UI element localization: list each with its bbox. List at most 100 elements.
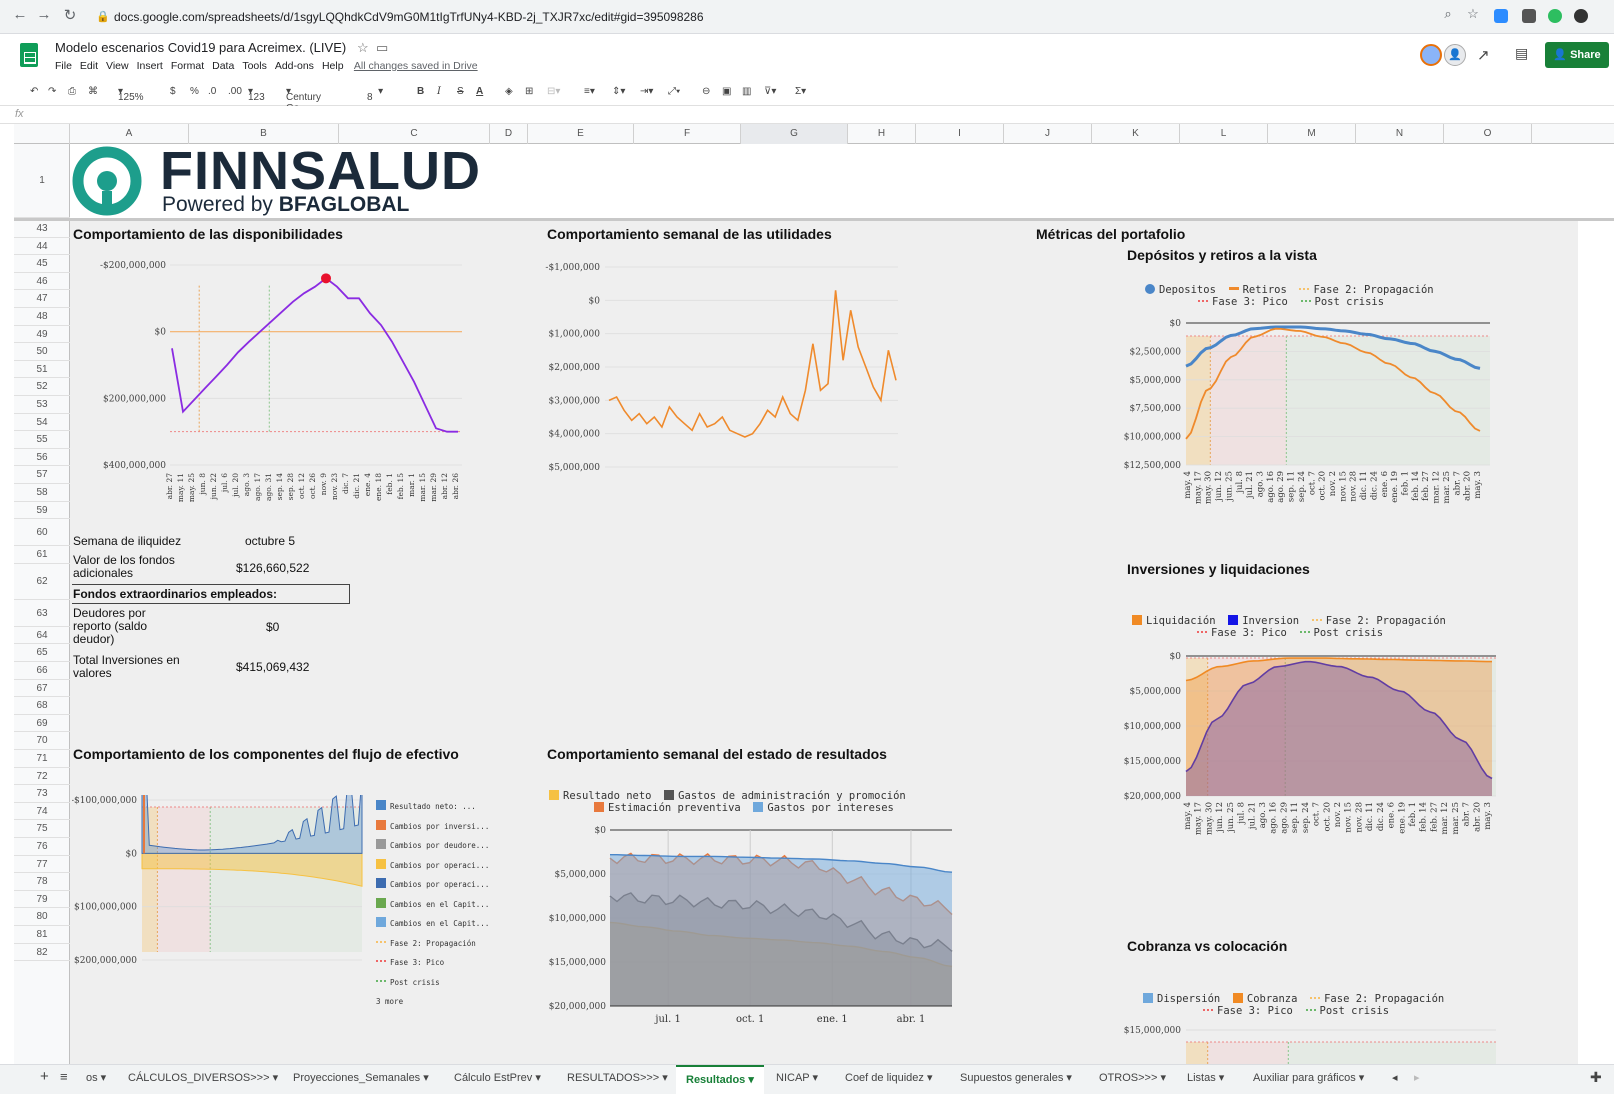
legend-item[interactable]: Cambios por deudore... <box>376 836 489 856</box>
insert-chart-icon[interactable]: ▥ <box>742 86 751 97</box>
column-header-m[interactable]: M <box>1268 124 1356 144</box>
row-header-52[interactable]: 52 <box>14 378 70 396</box>
row-header-47[interactable]: 47 <box>14 290 70 308</box>
activity-trend-icon[interactable]: ↗ <box>1477 46 1490 64</box>
tab-sheet[interactable]: Proyecciones_Semanales ▾ <box>293 1071 429 1084</box>
chart-cobranza[interactable]: $15,000,000 <box>1090 1022 1510 1064</box>
chart-flujo[interactable]: $200,000,000 $100,000,000 $0 -$100,000,000 <box>72 795 372 1010</box>
italic-button[interactable]: I <box>437 86 441 97</box>
text-wrap-icon[interactable]: ⇥▾ <box>640 86 653 97</box>
vertical-align-icon[interactable]: ⇕▾ <box>612 86 625 97</box>
row-header-59[interactable]: 59 <box>14 502 70 520</box>
row-header-75[interactable]: 75 <box>14 820 70 838</box>
row-header-46[interactable]: 46 <box>14 273 70 291</box>
legend-item[interactable]: Cambios en el Capit... <box>376 914 489 934</box>
legend-item[interactable]: Resultado neto: ... <box>376 797 489 817</box>
row-header-50[interactable]: 50 <box>14 343 70 361</box>
font-size-select[interactable]: 8 ▾ <box>367 86 383 103</box>
chart-inversiones[interactable]: $20,000,000 $15,000,000 $10,000,000 $5,000,… <box>1090 648 1510 848</box>
row-header-48[interactable]: 48 <box>14 308 70 326</box>
column-header-g[interactable]: G <box>741 124 848 144</box>
scroll-tabs-left-icon[interactable]: ◂ <box>1392 1071 1398 1084</box>
filter-icon[interactable]: ⊽▾ <box>764 86 776 97</box>
functions-icon[interactable]: Σ▾ <box>795 86 806 97</box>
tab-sheet[interactable]: Listas ▾ <box>1187 1071 1224 1084</box>
row-header-77[interactable]: 77 <box>14 856 70 874</box>
menu-view[interactable]: View <box>106 60 129 72</box>
evernote-icon[interactable] <box>1548 9 1562 23</box>
row-header-56[interactable]: 56 <box>14 449 70 467</box>
tab-sheet[interactable]: OTROS>>> ▾ <box>1099 1071 1166 1084</box>
row-header-67[interactable]: 67 <box>14 680 70 698</box>
row-header-44[interactable]: 44 <box>14 238 70 256</box>
document-title[interactable]: Modelo escenarios Covid19 para Acreimex.… <box>55 40 388 56</box>
row-header-43[interactable]: 43 <box>14 220 70 238</box>
row-header-79[interactable]: 79 <box>14 891 70 909</box>
legend-item[interactable]: Dispersión <box>1143 993 1220 1005</box>
column-header-i[interactable]: I <box>916 124 1004 144</box>
insert-link-icon[interactable]: ⊖ <box>702 86 710 97</box>
zoom-icon[interactable]: ⌕ <box>1438 6 1458 22</box>
legend-item[interactable]: Gastos de administración y promoción <box>664 790 906 802</box>
row-header-82[interactable]: 82 <box>14 944 70 962</box>
row-header-78[interactable]: 78 <box>14 873 70 891</box>
row-header-69[interactable]: 69 <box>14 715 70 733</box>
insert-comment-icon[interactable]: ▣ <box>722 86 731 97</box>
row-header-65[interactable]: 65 <box>14 644 70 662</box>
row-header-70[interactable]: 70 <box>14 732 70 750</box>
legend-item[interactable]: Cambios por operaci... <box>376 856 489 876</box>
legend-item[interactable]: Depositos <box>1145 284 1216 296</box>
explore-icon[interactable]: ✚ <box>1590 1069 1602 1086</box>
legend-item[interactable]: Retiros <box>1228 284 1287 296</box>
row-header-63[interactable]: 63 <box>14 600 70 627</box>
legend-item[interactable]: Post crisis <box>376 973 489 993</box>
legend-item[interactable]: Post crisis <box>1300 296 1384 308</box>
menu-tools[interactable]: Tools <box>242 60 267 72</box>
menu-format[interactable]: Format <box>171 60 204 72</box>
menu-addons[interactable]: Add-ons <box>275 60 314 72</box>
bold-button[interactable]: B <box>417 86 424 97</box>
chart-utilidades[interactable]: $5,000,000 $4,000,000 $3,000,000 $2,000,000… <box>530 255 910 485</box>
row-header-54[interactable]: 54 <box>14 414 70 432</box>
row-header-45[interactable]: 45 <box>14 255 70 273</box>
legend-item[interactable]: Fase 2: Propagación <box>1299 284 1434 296</box>
row-header-74[interactable]: 74 <box>14 803 70 821</box>
row-header-61[interactable]: 61 <box>14 546 70 564</box>
reload-icon[interactable]: ↻ <box>60 6 80 24</box>
row-header-68[interactable]: 68 <box>14 697 70 715</box>
legend-item[interactable]: Fase 2: Propagación <box>376 934 489 954</box>
menu-data[interactable]: Data <box>212 60 234 72</box>
star-icon[interactable]: ☆ <box>357 40 369 55</box>
redo-icon[interactable]: ↷ <box>48 86 56 97</box>
column-header-f[interactable]: F <box>634 124 741 144</box>
row-header-72[interactable]: 72 <box>14 768 70 786</box>
undo-icon[interactable]: ↶ <box>30 86 38 97</box>
tab-sheet[interactable]: NICAP ▾ <box>776 1071 818 1084</box>
horizontal-align-icon[interactable]: ≡▾ <box>584 86 595 97</box>
row-header-51[interactable]: 51 <box>14 361 70 379</box>
tab-sheet[interactable]: os ▾ <box>86 1071 106 1084</box>
legend-item[interactable]: Post crisis <box>1305 1005 1389 1017</box>
legend-item[interactable]: Fase 2: Propagación <box>1310 993 1444 1005</box>
row-header-58[interactable]: 58 <box>14 484 70 502</box>
move-folder-icon[interactable]: ▭ <box>376 40 388 55</box>
more-formats-button[interactable]: 123 ▾ <box>248 86 265 103</box>
legend-item[interactable]: Estimación preventiva <box>594 802 741 814</box>
row-header-60[interactable]: 60 <box>14 519 70 547</box>
collaborator-avatar[interactable] <box>1420 44 1442 66</box>
row-header-55[interactable]: 55 <box>14 431 70 449</box>
legend-item[interactable]: Post crisis <box>1299 627 1383 639</box>
formula-bar[interactable]: fx <box>0 106 1614 124</box>
legend-item[interactable]: Inversion <box>1228 615 1299 627</box>
font-select[interactable]: Century Go... ▾ <box>286 86 321 114</box>
share-button[interactable]: 👤 Share <box>1545 42 1609 68</box>
legend-item[interactable]: Gastos por intereses <box>753 802 894 814</box>
menu-help[interactable]: Help <box>322 60 344 72</box>
borders-icon[interactable]: ⊞ <box>525 86 533 97</box>
legend-item[interactable]: Fase 3: Pico <box>376 953 489 973</box>
tab-sheet[interactable]: CÁLCULOS_DIVERSOS>>> ▾ <box>128 1071 278 1084</box>
row-header-57[interactable]: 57 <box>14 466 70 484</box>
row-header-49[interactable]: 49 <box>14 326 70 344</box>
bookmark-star-icon[interactable]: ☆ <box>1463 6 1483 22</box>
legend-item[interactable]: Resultado neto <box>549 790 652 802</box>
